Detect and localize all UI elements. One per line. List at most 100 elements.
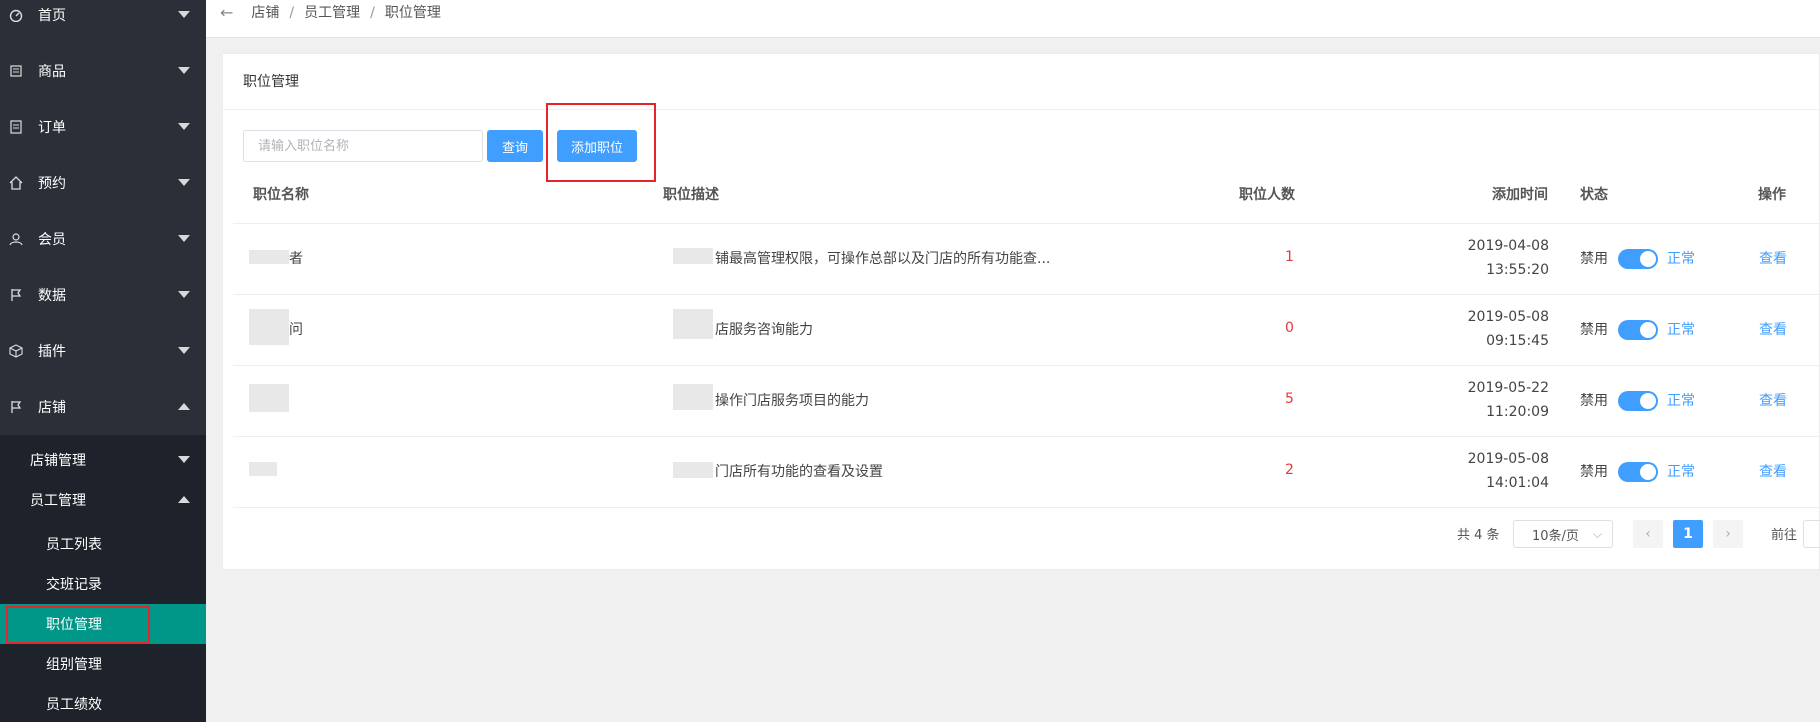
position-search-input[interactable] xyxy=(243,130,483,162)
sidebar-sub-label: 组别管理 xyxy=(46,657,102,673)
sidebar-item-members[interactable]: 会员 xyxy=(0,211,206,267)
position-name: 者 xyxy=(289,251,303,267)
home-icon xyxy=(8,175,24,191)
date-cell: 2019-05-08 09:15:45 xyxy=(1439,305,1549,353)
date-cell: 2019-05-08 14:01:04 xyxy=(1439,447,1549,495)
sidebar-item-booking[interactable]: 预约 xyxy=(0,155,206,211)
status-label: 正常 xyxy=(1667,322,1695,338)
position-count: 5 xyxy=(1285,391,1294,407)
add-time: 09:15:45 xyxy=(1486,333,1549,349)
sidebar-item-orders[interactable]: 订单 xyxy=(0,99,206,155)
flag-icon xyxy=(8,399,24,415)
add-time: 14:01:04 xyxy=(1486,475,1549,491)
table-row: 门店所有功能的查看及设置 2 2019-05-08 14:01:04 禁用 正常… xyxy=(233,437,1820,508)
breadcrumb-item[interactable]: 员工管理 xyxy=(304,3,360,23)
sidebar-item-home[interactable]: 首页 xyxy=(0,0,206,43)
redacted-block xyxy=(673,462,713,478)
chevron-down-icon xyxy=(178,179,190,186)
sidebar-item-goods[interactable]: 商品 xyxy=(0,43,206,99)
sidebar-item-plugins[interactable]: 插件 xyxy=(0,323,206,379)
prev-page-button[interactable]: ‹ xyxy=(1633,520,1663,548)
view-link[interactable]: 查看 xyxy=(1759,319,1787,339)
redacted-block xyxy=(249,462,277,476)
sidebar-item-groups[interactable]: 组别管理 xyxy=(0,644,206,684)
sidebar-sub-staff-manage[interactable]: 员工管理 xyxy=(0,480,206,520)
status-label: 正常 xyxy=(1667,464,1695,480)
breadcrumb-separator: / xyxy=(289,5,295,21)
position-desc: 店服务咨询能力 xyxy=(715,322,813,338)
status-label: 正常 xyxy=(1667,251,1695,267)
breadcrumb-item[interactable]: 店铺 xyxy=(251,3,279,23)
chevron-down-icon xyxy=(178,291,190,298)
query-button[interactable]: 查询 xyxy=(487,130,543,162)
view-link[interactable]: 查看 xyxy=(1759,461,1787,481)
add-date: 2019-05-08 xyxy=(1467,451,1549,467)
order-icon xyxy=(8,119,24,135)
chevron-down-icon xyxy=(178,235,190,242)
page-number-button[interactable]: 1 xyxy=(1673,520,1703,548)
add-time: 13:55:20 xyxy=(1486,262,1549,278)
redacted-block xyxy=(673,248,713,264)
user-icon xyxy=(8,231,24,247)
sidebar-sub-label: 职位管理 xyxy=(46,617,102,633)
status-toggle[interactable] xyxy=(1618,320,1658,340)
view-link[interactable]: 查看 xyxy=(1759,248,1787,268)
sidebar-sub-label: 店铺管理 xyxy=(30,453,86,469)
chevron-up-icon xyxy=(178,496,190,503)
breadcrumb-bar: ← 店铺 / 员工管理 / 职位管理 xyxy=(206,0,1820,38)
flag-icon xyxy=(8,287,24,303)
card-title: 职位管理 xyxy=(223,54,1819,110)
redacted-block xyxy=(673,384,713,410)
sidebar-item-label: 商品 xyxy=(38,64,66,80)
sidebar-item-staff-list[interactable]: 员工列表 xyxy=(0,524,206,564)
position-desc: 铺最高管理权限，可操作总部以及门店的所有功能查... xyxy=(715,251,1051,267)
col-header-desc: 职位描述 xyxy=(663,187,719,203)
next-page-button[interactable]: › xyxy=(1713,520,1743,548)
col-header-date: 添加时间 xyxy=(1492,187,1548,203)
back-arrow-icon[interactable]: ← xyxy=(220,3,233,23)
dashboard-icon xyxy=(8,7,24,23)
goto-page-input[interactable] xyxy=(1803,520,1820,548)
chevron-down-icon xyxy=(178,456,190,463)
redacted-block xyxy=(249,384,289,412)
add-date: 2019-05-08 xyxy=(1467,309,1549,325)
position-count: 0 xyxy=(1285,320,1294,336)
col-header-status: 状态 xyxy=(1580,187,1608,203)
sidebar-item-label: 首页 xyxy=(38,8,66,24)
position-desc: 操作门店服务项目的能力 xyxy=(715,393,869,409)
col-header-count: 职位人数 xyxy=(1239,187,1295,203)
disable-label: 禁用 xyxy=(1580,393,1608,409)
redacted-block xyxy=(673,309,713,339)
sidebar-item-positions[interactable]: 职位管理 xyxy=(0,604,206,644)
add-position-button[interactable]: 添加职位 xyxy=(557,130,637,162)
position-count: 1 xyxy=(1285,249,1294,265)
sidebar-item-label: 插件 xyxy=(38,344,66,360)
sidebar-item-label: 预约 xyxy=(38,176,66,192)
breadcrumb-separator: / xyxy=(370,5,375,21)
sidebar-item-data[interactable]: 数据 xyxy=(0,267,206,323)
status-label: 正常 xyxy=(1667,393,1695,409)
chevron-down-icon xyxy=(178,347,190,354)
page-size-select[interactable]: 10条/页 ⌵ xyxy=(1513,520,1613,548)
chevron-down-icon: ⌵ xyxy=(1592,527,1602,541)
chevron-down-icon xyxy=(178,67,190,74)
view-link[interactable]: 查看 xyxy=(1759,390,1787,410)
sidebar-sub-label: 交班记录 xyxy=(46,577,102,593)
sidebar-sub-label: 员工绩效 xyxy=(46,697,102,713)
status-toggle[interactable] xyxy=(1618,462,1658,482)
date-cell: 2019-04-08 13:55:20 xyxy=(1439,234,1549,282)
sidebar-sub-label: 员工列表 xyxy=(46,537,102,553)
goto-label: 前往 xyxy=(1771,528,1798,543)
sidebar-item-shift-records[interactable]: 交班记录 xyxy=(0,564,206,604)
sidebar: 首页 商品 订单 预约 会员 数据 插件 店铺 店铺管理 员工管理 员工列表 交… xyxy=(0,0,206,722)
status-toggle[interactable] xyxy=(1618,249,1658,269)
chevron-down-icon xyxy=(178,11,190,18)
add-date: 2019-05-22 xyxy=(1467,380,1549,396)
chevron-up-icon xyxy=(178,403,190,410)
chevron-down-icon xyxy=(178,123,190,130)
sidebar-item-store[interactable]: 店铺 xyxy=(0,379,206,435)
sidebar-item-performance[interactable]: 员工绩效 xyxy=(0,684,206,722)
status-toggle[interactable] xyxy=(1618,391,1658,411)
sidebar-item-label: 数据 xyxy=(38,288,66,304)
sidebar-sub-store-manage[interactable]: 店铺管理 xyxy=(0,440,206,480)
